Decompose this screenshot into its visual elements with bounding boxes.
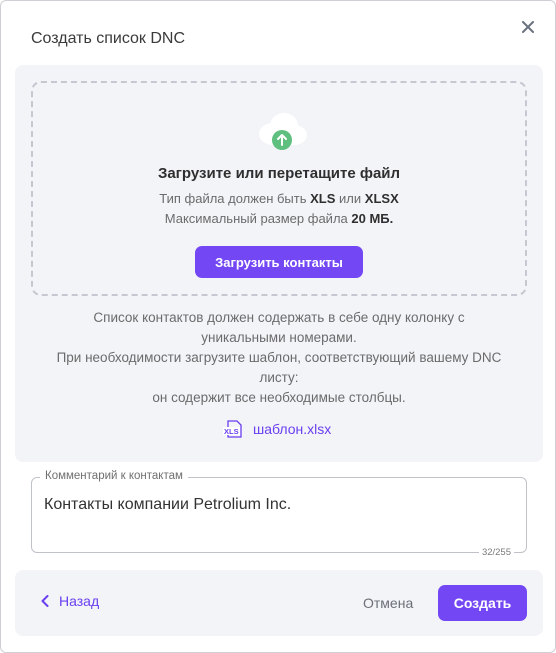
upload-instructions: Список контактов должен содержать в себе… — [15, 308, 543, 408]
cancel-button[interactable]: Отмена — [363, 595, 413, 611]
file-type-prefix: Тип файла должен быть — [159, 191, 307, 206]
upload-panel: Загрузите или перетащите файл Тип файла … — [15, 65, 543, 462]
upload-contacts-button[interactable]: Загрузить контакты — [195, 246, 363, 278]
download-template-link[interactable]: XLS шаблон.xlsx — [223, 419, 331, 439]
dialog-title: Создать список DNC — [31, 30, 186, 47]
close-button[interactable] — [517, 16, 539, 38]
instruction-line-4: листу: — [259, 370, 299, 385]
comment-textarea[interactable]: Комментарий к контактам Контакты компани… — [31, 470, 527, 558]
create-dnc-dialog: Создать список DNC Загрузите или перетащ… — [0, 0, 556, 653]
xls-icon-text: XLS — [224, 427, 239, 436]
instruction-line-1: Список контактов должен содержать в себе… — [93, 310, 465, 325]
file-size-value: 20 МБ. — [351, 211, 394, 226]
close-icon — [522, 21, 534, 33]
back-button-label: Назад — [59, 593, 100, 609]
template-filename: шаблон.xlsx — [253, 421, 332, 437]
create-button[interactable]: Создать — [438, 585, 527, 621]
file-type-hint: Тип файла должен быть XLS или XLSX — [33, 191, 525, 206]
file-size-prefix: Максимальный размер файла — [164, 211, 348, 226]
file-size-hint: Максимальный размер файла 20 МБ. — [33, 211, 525, 226]
dropzone-title: Загрузите или перетащите файл — [157, 165, 401, 182]
file-dropzone[interactable]: Загрузите или перетащите файл Тип файла … — [31, 81, 527, 296]
comment-value[interactable]: Контакты компании Petrolium Inc. — [44, 496, 291, 514]
comment-label: Комментарий к контактам — [40, 470, 188, 482]
xls-file-icon: XLS — [223, 420, 242, 438]
file-type-xlsx: XLSX — [364, 191, 399, 206]
instruction-line-2: уникальными номерами. — [201, 330, 357, 345]
instruction-line-3: При необходимости загрузите шаблон, соот… — [56, 350, 502, 365]
character-counter: 32/255 — [478, 547, 514, 558]
back-button[interactable]: Назад — [41, 593, 99, 609]
file-type-or: или — [339, 191, 362, 206]
chevron-left-icon — [41, 595, 49, 607]
cloud-upload-icon — [259, 113, 307, 150]
file-type-xls: XLS — [310, 191, 336, 206]
instruction-line-5: он содержит все необходимые столбцы. — [152, 390, 406, 405]
dialog-footer: Назад Отмена Создать — [15, 570, 543, 636]
